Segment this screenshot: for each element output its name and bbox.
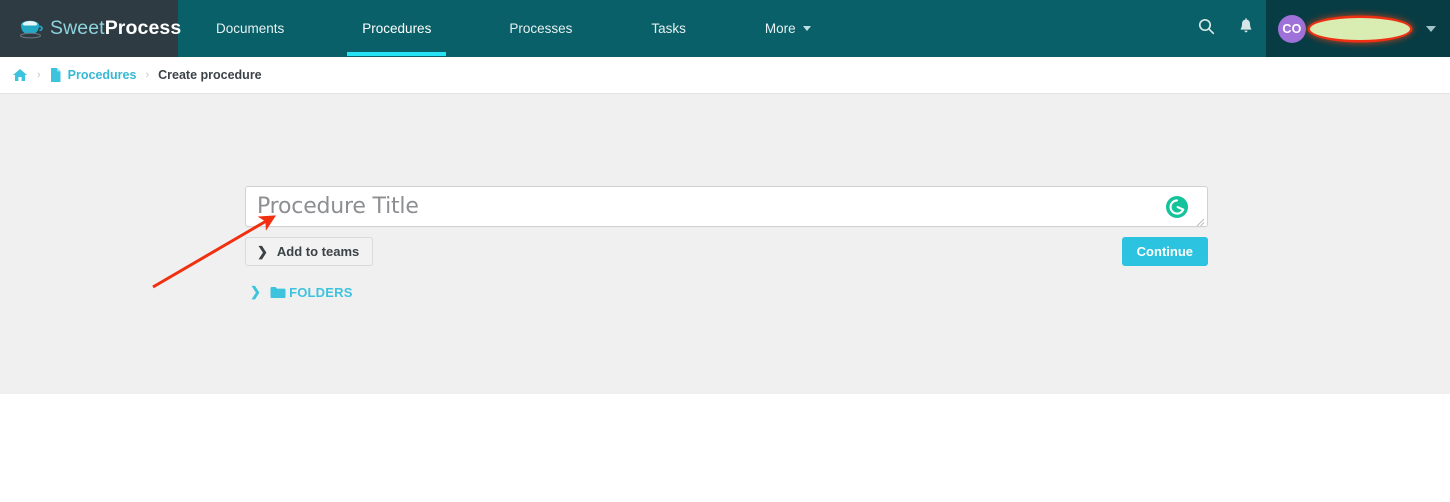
continue-button[interactable]: Continue <box>1121 237 1208 266</box>
nav-label-tasks: Tasks <box>651 21 686 36</box>
add-to-teams-button[interactable]: ❯ Add to teams <box>245 237 374 266</box>
breadcrumb-separator-1: › <box>37 69 41 81</box>
nav-item-processes[interactable]: Processes <box>493 0 588 57</box>
folders-toggle[interactable]: ❯ FOLDERS <box>245 284 1208 300</box>
procedure-title-placeholder: Procedure Title <box>257 194 419 219</box>
notifications-button[interactable] <box>1226 0 1266 57</box>
nav-item-documents[interactable]: Documents <box>200 0 300 57</box>
nav-label-procedures: Procedures <box>362 21 432 36</box>
search-button[interactable] <box>1186 0 1226 57</box>
nav-label-processes: Processes <box>509 21 573 36</box>
home-icon[interactable] <box>12 68 28 82</box>
coffee-cup-icon <box>18 19 44 39</box>
nav-label-documents: Documents <box>216 21 285 36</box>
breadcrumb: › Procedures › Create procedure <box>0 57 1450 94</box>
create-procedure-panel: Procedure Title ❯ Add to teams Continue … <box>245 186 1208 300</box>
bell-icon <box>1238 17 1254 40</box>
chevron-right-icon: ❯ <box>257 243 268 259</box>
user-name-redacted <box>1310 17 1410 40</box>
page-blank-area <box>0 394 1450 502</box>
chevron-down-icon <box>802 26 811 31</box>
nav-item-procedures[interactable]: Procedures <box>347 0 447 57</box>
logo-text-sweet: Sweet <box>50 17 105 39</box>
textarea-resize-handle[interactable] <box>1195 214 1205 227</box>
user-chevron-down-icon <box>1426 25 1436 32</box>
grammarly-icon[interactable] <box>1166 195 1188 218</box>
logo-text-process: Process <box>104 17 182 39</box>
folders-chevron-right-icon: ❯ <box>250 284 262 299</box>
nav-item-tasks[interactable]: Tasks <box>635 0 702 57</box>
breadcrumb-current: Create procedure <box>158 68 262 82</box>
breadcrumb-link-procedures[interactable]: Procedures <box>68 68 137 82</box>
nav-label-more: More <box>764 21 796 36</box>
top-header: SweetProcess Documents Procedures Proces… <box>0 0 1450 57</box>
nav-spacer-2 <box>446 0 493 57</box>
procedure-title-input[interactable]: Procedure Title <box>245 186 1208 227</box>
content-area: Procedure Title ❯ Add to teams Continue … <box>0 94 1450 394</box>
folder-icon <box>270 286 286 299</box>
header-right-group: CO <box>1186 0 1450 57</box>
nav-spacer-4 <box>702 0 749 57</box>
nav-item-more[interactable]: More <box>749 0 827 57</box>
add-to-teams-label: Add to teams <box>276 244 360 259</box>
logo[interactable]: SweetProcess <box>0 0 181 57</box>
folders-label: FOLDERS <box>289 284 353 300</box>
main-nav: Documents Procedures Processes Tasks Mor… <box>178 0 827 57</box>
avatar: CO <box>1278 14 1306 43</box>
document-icon <box>50 68 61 82</box>
nav-spacer-3 <box>588 0 635 57</box>
nav-spacer-1 <box>300 0 347 57</box>
actions-row: ❯ Add to teams Continue <box>245 237 1208 266</box>
user-menu[interactable]: CO <box>1266 0 1450 57</box>
breadcrumb-separator-2: › <box>145 69 150 81</box>
search-icon <box>1198 18 1215 40</box>
logo-text: SweetProcess <box>50 17 181 40</box>
